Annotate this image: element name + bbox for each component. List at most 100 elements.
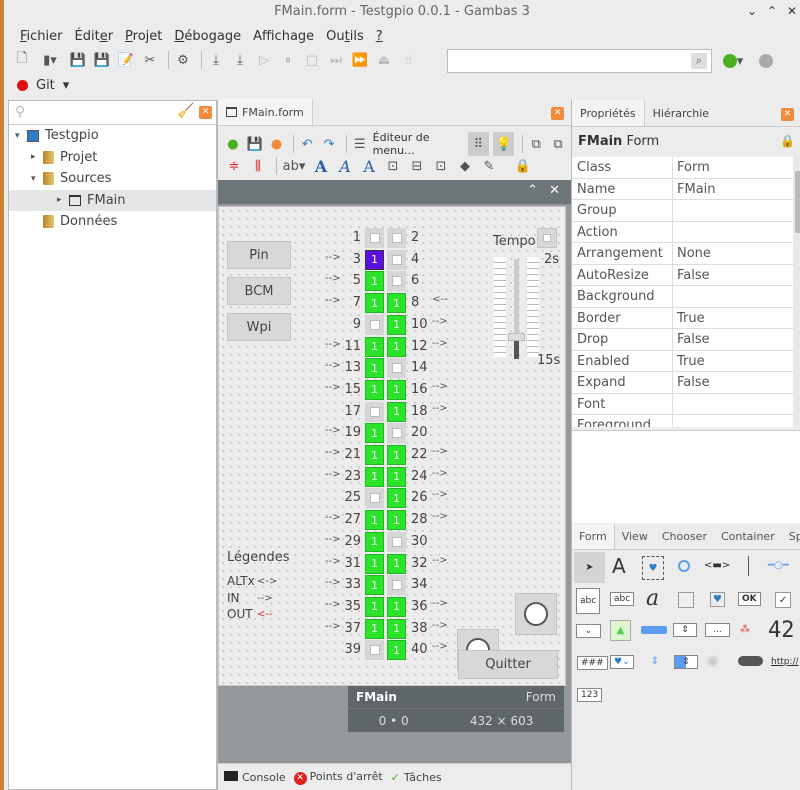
tab-properties[interactable]: Propriétés bbox=[572, 100, 645, 126]
tree-item[interactable]: ▸ Projet bbox=[9, 147, 216, 169]
frame-tool[interactable] bbox=[678, 592, 694, 608]
close-tab-icon[interactable]: ✕ bbox=[551, 107, 564, 120]
pin-toggle[interactable]: 1 bbox=[365, 249, 384, 270]
maximize-button[interactable]: ⌃ bbox=[764, 4, 780, 18]
revert-icon[interactable]: ● bbox=[268, 134, 286, 154]
iconcombo-tool[interactable]: ♥⌄ bbox=[610, 655, 634, 669]
pin-toggle[interactable]: 1 bbox=[365, 293, 384, 314]
bcm-button[interactable]: BCM bbox=[227, 277, 291, 305]
font-outline-icon[interactable]: A bbox=[359, 156, 379, 176]
property-row[interactable]: Font bbox=[572, 393, 793, 415]
pin-toggle[interactable]: 1 bbox=[387, 293, 406, 314]
toolbox-tab[interactable]: Chooser bbox=[655, 524, 714, 549]
pin-toggle[interactable]: 1 bbox=[387, 336, 406, 357]
tasks-tab[interactable]: ✓ Tâches bbox=[391, 771, 442, 784]
timer-1[interactable] bbox=[515, 593, 557, 635]
border-icon[interactable]: ⊡ bbox=[383, 156, 403, 176]
toolbox-tab[interactable]: Special bbox=[782, 524, 800, 549]
property-scrollbar[interactable] bbox=[793, 157, 800, 427]
menu-item[interactable]: ? bbox=[370, 27, 389, 47]
property-value[interactable]: True bbox=[673, 351, 705, 372]
label-tool[interactable]: A bbox=[612, 554, 626, 578]
pencil-icon[interactable]: ✎ bbox=[479, 156, 499, 176]
font-picker-icon[interactable]: ab▾ bbox=[281, 156, 307, 176]
textarea-tool[interactable]: abc bbox=[576, 588, 601, 614]
pin-toggle[interactable]: 1 bbox=[387, 379, 406, 400]
slider-tool[interactable]: ━○━ bbox=[768, 560, 789, 571]
pin-toggle[interactable]: 1 bbox=[387, 640, 406, 661]
property-row[interactable]: Border True bbox=[572, 307, 793, 329]
property-row[interactable]: Foreground bbox=[572, 415, 793, 427]
buttonbox-tool[interactable]: ... bbox=[705, 623, 730, 637]
property-value[interactable] bbox=[673, 222, 677, 243]
url-tool[interactable]: http:// bbox=[771, 657, 799, 667]
property-row[interactable]: Class Form bbox=[572, 157, 793, 179]
spinbox-tool[interactable]: ⇕ bbox=[673, 623, 697, 637]
pin-toggle[interactable]: 1 bbox=[365, 466, 384, 487]
pin-toggle[interactable]: 1 bbox=[365, 271, 384, 292]
minimize-button[interactable]: ⌄ bbox=[744, 4, 760, 18]
lcd-tool[interactable]: 42 bbox=[768, 618, 795, 643]
property-value[interactable]: False bbox=[673, 329, 710, 350]
menu-item[interactable]: Affichage bbox=[247, 27, 320, 47]
image-tool[interactable]: ▲ bbox=[610, 620, 631, 641]
broom-icon[interactable]: 🧹 bbox=[177, 103, 194, 119]
property-row[interactable]: Group bbox=[572, 200, 793, 222]
property-value[interactable] bbox=[673, 200, 677, 221]
search-input[interactable] bbox=[452, 51, 682, 71]
pin-toggle[interactable]: 1 bbox=[365, 553, 384, 574]
project-search[interactable]: ⚲ 🧹 ✕ bbox=[9, 101, 216, 125]
property-row[interactable]: Background bbox=[572, 286, 793, 308]
combobox-tool[interactable]: ⌄ bbox=[576, 624, 601, 638]
close-icon[interactable]: ✕ bbox=[781, 108, 794, 121]
git-menu[interactable]: Git ▾ bbox=[17, 78, 69, 93]
pin-toggle[interactable]: 1 bbox=[365, 423, 384, 444]
pin-toggle[interactable]: 1 bbox=[365, 531, 384, 552]
save-icon[interactable]: 💾 bbox=[246, 134, 264, 154]
pin-toggle[interactable]: 1 bbox=[365, 510, 384, 531]
switch-tool[interactable] bbox=[738, 656, 763, 666]
pin-toggle[interactable]: 1 bbox=[387, 466, 406, 487]
expander-icon[interactable]: ▾ bbox=[31, 174, 43, 184]
property-row[interactable]: AutoResize False bbox=[572, 264, 793, 286]
pin-toggle[interactable]: 1 bbox=[365, 358, 384, 379]
font-tool[interactable]: a bbox=[646, 586, 659, 611]
numberbox-tool[interactable]: 123 bbox=[577, 688, 603, 702]
scroll-tool[interactable]: <▬> bbox=[704, 560, 730, 571]
undo-icon[interactable]: ↶ bbox=[298, 134, 316, 154]
properties-icon[interactable]: 📝 bbox=[116, 50, 136, 70]
pointer-tool[interactable]: ➤ bbox=[574, 552, 605, 583]
pin-toggle[interactable]: 1 bbox=[365, 596, 384, 617]
run-icon[interactable]: ▷ bbox=[254, 50, 274, 70]
pin-toggle[interactable]: 1 bbox=[365, 575, 384, 596]
property-row[interactable]: Expand False bbox=[572, 372, 793, 394]
skip-icon[interactable]: ⏭ bbox=[326, 50, 346, 70]
spinner-tool[interactable]: ✺ bbox=[706, 652, 719, 671]
property-value[interactable] bbox=[673, 394, 677, 415]
pin-toggle[interactable] bbox=[387, 271, 406, 292]
new-file-icon[interactable]: 🗋 bbox=[12, 50, 32, 70]
toolbox-tab[interactable]: Container bbox=[714, 524, 782, 549]
property-value[interactable]: False bbox=[673, 265, 710, 286]
menu-editor-icon[interactable]: ☰ bbox=[351, 134, 369, 154]
toolbox-tab[interactable]: View bbox=[615, 524, 655, 549]
font-bold-icon[interactable]: A bbox=[311, 156, 331, 176]
pin-toggle[interactable]: 1 bbox=[365, 379, 384, 400]
forward-nav-icon[interactable] bbox=[756, 51, 776, 71]
console-tab[interactable]: Console bbox=[224, 770, 286, 784]
tempo-checkbox[interactable] bbox=[537, 228, 557, 248]
color-tool[interactable]: ⁂ bbox=[740, 624, 750, 635]
pin-toggle[interactable]: 1 bbox=[387, 618, 406, 639]
form-canvas[interactable]: Pin BCM Wpi Tempo 2s 15s 1 2 --> 3 1 4 --> 5 1 6-… bbox=[218, 206, 566, 686]
hand-icon[interactable]: ☝ bbox=[398, 50, 418, 70]
bring-front-icon[interactable]: ⧉ bbox=[527, 134, 545, 154]
tab-fmain-form[interactable]: FMain.form bbox=[218, 99, 313, 125]
expander-icon[interactable]: ▾ bbox=[15, 131, 27, 141]
frame-icon[interactable]: ⊟ bbox=[407, 156, 427, 176]
light-icon[interactable]: 💡 bbox=[493, 132, 515, 156]
sliderbox-tool[interactable]: ⇕ bbox=[642, 650, 668, 672]
progress-tool[interactable] bbox=[641, 626, 667, 634]
align-horizontal-icon[interactable]: ⫼ bbox=[248, 156, 268, 176]
pin-toggle[interactable] bbox=[365, 228, 384, 248]
pin-toggle[interactable] bbox=[387, 423, 406, 444]
